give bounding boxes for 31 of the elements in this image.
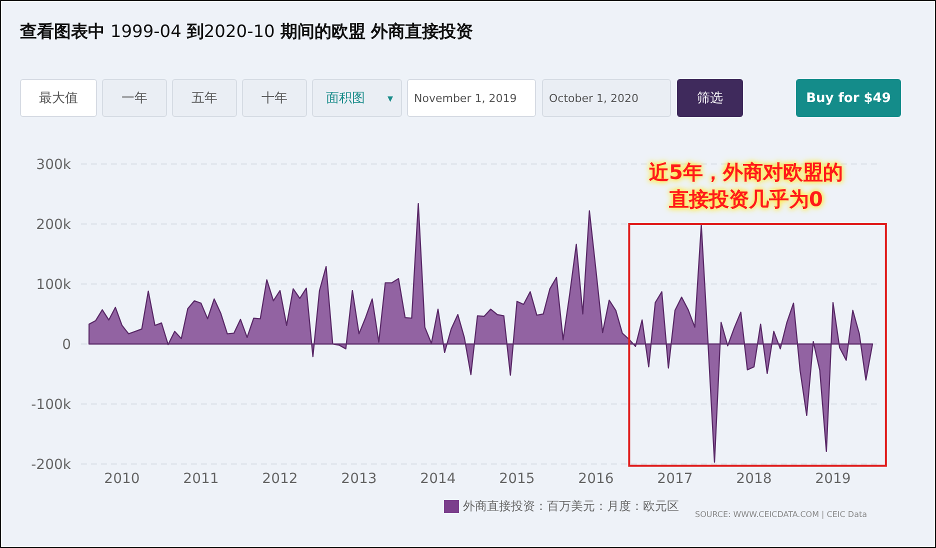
y-axis-label: -200k (31, 457, 71, 473)
chart-type-dropdown[interactable]: 面积图 ▾ (312, 79, 402, 117)
x-axis-label: 2012 (262, 471, 298, 486)
range-button[interactable]: 最大值 (20, 79, 97, 117)
x-axis-label: 2019 (815, 471, 851, 486)
x-axis-label: 2018 (736, 471, 772, 486)
x-axis-label: 2013 (341, 471, 377, 486)
range-button[interactable]: 五年 (172, 79, 237, 117)
date-field[interactable]: October 1, 2020 (542, 79, 671, 117)
y-axis-label: 200k (36, 217, 71, 233)
y-axis-label: 0 (62, 337, 71, 353)
x-axis-label: 2010 (104, 471, 140, 486)
x-axis-label: 2016 (578, 471, 614, 486)
legend-swatch (444, 500, 459, 513)
x-axis-label: 2014 (420, 471, 456, 486)
x-axis-label: 2011 (183, 471, 219, 486)
y-axis-label: -100k (31, 397, 71, 413)
y-axis-label: 100k (36, 277, 71, 293)
chart-title: 查看图表中 1999-04 到2020-10 期间的欧盟 外商直接投资 (18, 21, 474, 41)
legend-label[interactable]: 外商直接投资：百万美元：月度：欧元区 (463, 498, 679, 515)
date-field[interactable]: November 1, 2019 (407, 79, 536, 117)
annotation-text: 近5年，外商对欧盟的 (649, 159, 843, 185)
range-button[interactable]: 一年 (102, 79, 167, 117)
filter-button[interactable]: 筛选 (677, 79, 743, 117)
source-text: SOURCE: WWW.CEICDATA.COM | CEIC Data (695, 510, 868, 519)
x-axis-label: 2015 (499, 471, 535, 486)
range-button[interactable]: 十年 (242, 79, 307, 117)
x-axis-label: 2017 (657, 471, 693, 486)
buy-button[interactable]: Buy for $49 (796, 79, 901, 117)
y-axis-label: 300k (36, 157, 71, 173)
annotation-text: 直接投资几乎为0 (669, 186, 823, 212)
